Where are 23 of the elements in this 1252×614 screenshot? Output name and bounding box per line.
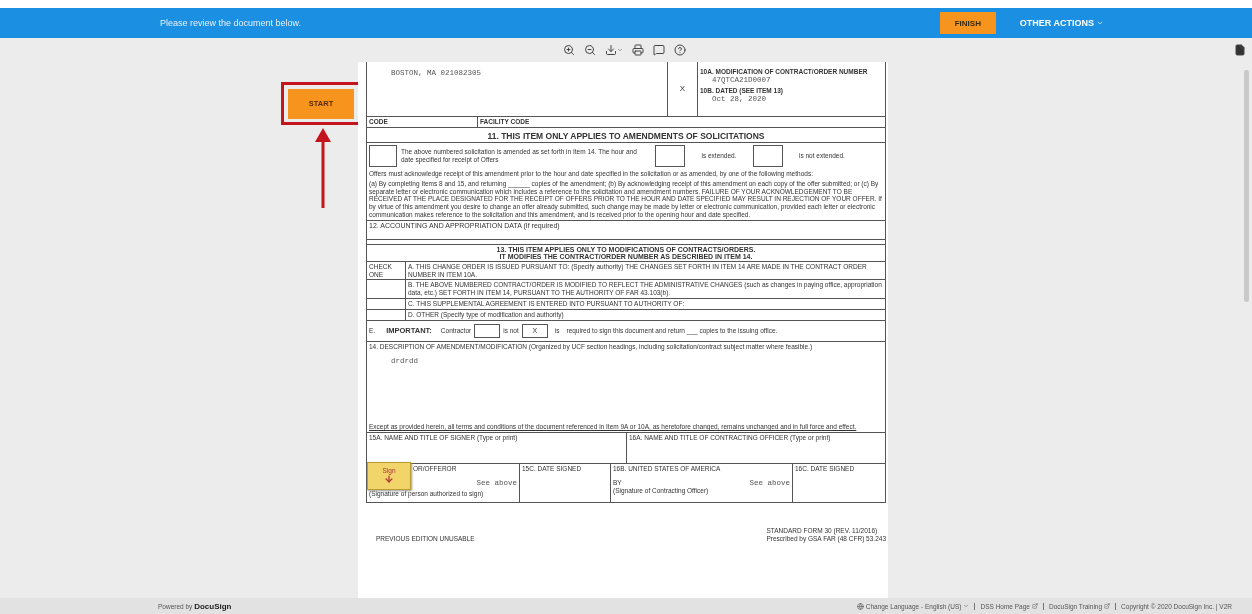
download-icon[interactable] xyxy=(604,44,623,56)
arrow-down-icon xyxy=(384,474,394,485)
caret-icon xyxy=(1096,19,1104,27)
caret-icon xyxy=(963,603,970,609)
other-actions-menu[interactable]: OTHER ACTIONS xyxy=(1019,18,1104,28)
form-box xyxy=(474,323,501,338)
form-box xyxy=(369,145,397,167)
document-icon[interactable] xyxy=(1234,44,1246,56)
print-icon[interactable] xyxy=(631,44,644,56)
section-title: 11. THIS ITEM ONLY APPLIES TO AMENDMENTS OF SOLICITATIONS xyxy=(367,130,885,143)
external-link-icon xyxy=(1104,603,1111,609)
external-link-icon xyxy=(1031,603,1038,609)
comment-icon[interactable] xyxy=(652,44,665,56)
form-box xyxy=(753,145,783,167)
item-mark: X xyxy=(679,84,686,94)
scroll-thumb[interactable] xyxy=(1244,70,1249,302)
zoom-out-icon[interactable] xyxy=(583,44,596,56)
globe-icon xyxy=(856,602,864,610)
form-box xyxy=(655,145,685,167)
finish-button[interactable]: FINISH xyxy=(939,12,996,34)
help-icon[interactable] xyxy=(673,44,686,56)
review-message: Please review the document below. xyxy=(160,18,303,28)
zoom-in-icon[interactable] xyxy=(562,44,575,56)
